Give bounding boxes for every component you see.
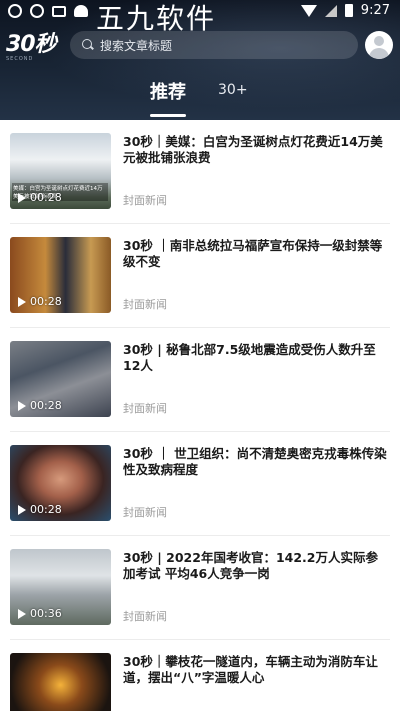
news-source: 封面新闻 xyxy=(123,298,167,311)
news-title[interactable]: 30秒｜攀枝花一隧道内，车辆主动为消防车让道，摆出“八”字温暖人心 xyxy=(123,654,390,686)
user-avatar[interactable] xyxy=(365,31,393,59)
search-bar[interactable]: 搜索文章标题 xyxy=(70,31,358,59)
notification-icon xyxy=(8,4,22,18)
play-icon xyxy=(18,608,26,619)
app-header: 五九软件 9:27 30秒 SECOND 搜索文章标题 推荐 30+ xyxy=(0,0,400,120)
video-duration: 00:28 xyxy=(18,503,62,516)
video-duration: 00:28 xyxy=(18,399,62,412)
video-thumbnail[interactable]: 00:28 xyxy=(10,237,111,313)
news-source: 封面新闻 xyxy=(123,402,167,415)
news-title[interactable]: 30秒 ｜ 世卫组织：尚不清楚奥密克戎毒株传染性及致病程度 xyxy=(123,446,390,478)
video-thumbnail[interactable] xyxy=(10,653,111,711)
tab-30plus[interactable]: 30+ xyxy=(218,82,248,98)
news-title[interactable]: 30秒 | 秘鲁北部7.5级地震造成受伤人数升至12人 xyxy=(123,342,390,374)
news-title[interactable]: 30秒 ｜南非总统拉马福萨宣布保持一级封禁等级不变 xyxy=(123,238,390,270)
message-icon xyxy=(52,5,66,17)
active-tab-indicator xyxy=(150,114,186,117)
search-icon xyxy=(82,39,94,51)
news-item[interactable]: 00:28 30秒 | 秘鲁北部7.5级地震造成受伤人数升至12人 封面新闻 xyxy=(10,328,390,432)
news-item[interactable]: 00:36 30秒 | 2022年国考收官：142.2万人实际参加考试 平均46… xyxy=(10,536,390,640)
news-source: 封面新闻 xyxy=(123,194,167,207)
play-icon xyxy=(18,400,26,411)
signal-icon xyxy=(324,4,337,17)
channel-tabs: 推荐 30+ xyxy=(0,78,400,118)
video-thumbnail[interactable]: 00:28 xyxy=(10,341,111,417)
news-title[interactable]: 30秒 | 2022年国考收官：142.2万人实际参加考试 平均46人竞争一岗 xyxy=(123,550,390,582)
tab-recommend[interactable]: 推荐 xyxy=(150,78,186,104)
user-head-icon xyxy=(374,36,384,46)
news-source: 封面新闻 xyxy=(123,506,167,519)
play-icon xyxy=(18,192,26,203)
battery-icon xyxy=(344,4,353,17)
app-logo[interactable]: 30秒 xyxy=(6,34,57,56)
play-icon xyxy=(18,296,26,307)
video-duration: 00:28 xyxy=(18,191,62,204)
wifi-icon xyxy=(300,4,317,17)
news-item[interactable]: 美媒：白宫为圣诞树点灯花费近14万美元被批铺张浪费 00:28 30秒｜美媒：白… xyxy=(10,120,390,224)
notification-icon xyxy=(30,4,44,18)
video-thumbnail[interactable]: 美媒：白宫为圣诞树点灯花费近14万美元被批铺张浪费 00:28 xyxy=(10,133,111,209)
video-duration: 00:28 xyxy=(18,295,62,308)
video-thumbnail[interactable]: 00:28 xyxy=(10,445,111,521)
news-item[interactable]: 30秒｜攀枝花一隧道内，车辆主动为消防车让道，摆出“八”字温暖人心 xyxy=(10,640,390,711)
news-item[interactable]: 00:28 30秒 ｜ 世卫组织：尚不清楚奥密克戎毒株传染性及致病程度 封面新闻 xyxy=(10,432,390,536)
news-item[interactable]: 00:28 30秒 ｜南非总统拉马福萨宣布保持一级封禁等级不变 封面新闻 xyxy=(10,224,390,328)
android-icon xyxy=(74,5,88,17)
news-source: 封面新闻 xyxy=(123,610,167,623)
status-bar: 五九软件 9:27 xyxy=(0,0,400,35)
app-logo-subtitle: SECOND xyxy=(6,56,34,62)
user-body-icon xyxy=(369,48,389,59)
play-icon xyxy=(18,504,26,515)
news-title[interactable]: 30秒｜美媒：白宫为圣诞树点灯花费近14万美元被批铺张浪费 xyxy=(123,134,390,166)
video-thumbnail[interactable]: 00:36 xyxy=(10,549,111,625)
video-duration: 00:36 xyxy=(18,607,62,620)
status-time: 9:27 xyxy=(360,3,390,18)
search-placeholder: 搜索文章标题 xyxy=(100,38,173,53)
